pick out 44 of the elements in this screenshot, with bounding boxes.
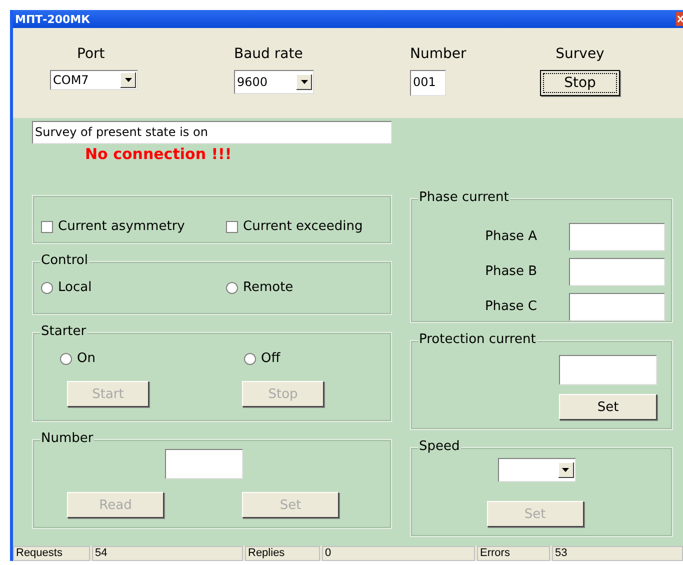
- dropdown[interactable]: [498, 458, 576, 482]
- input-field[interactable]: [165, 449, 243, 479]
- error-message: No connection !!!: [85, 145, 233, 165]
- caret-icon: [562, 468, 569, 472]
- radio-button[interactable]: [244, 352, 256, 364]
- field-label: Baud rate: [234, 46, 303, 62]
- status-field: Survey of present state is on: [32, 121, 392, 144]
- dropdown[interactable]: COM7: [50, 70, 138, 90]
- status-label: Errors: [477, 546, 550, 561]
- checkbox-label: Current asymmetry: [58, 219, 185, 234]
- field-label: Phase B: [485, 264, 537, 279]
- radio-button[interactable]: [60, 352, 72, 364]
- button[interactable]: Set: [559, 394, 657, 420]
- field-label: Survey: [556, 46, 604, 62]
- checkbox[interactable]: [226, 220, 238, 232]
- status-value: 54: [92, 546, 243, 561]
- group-title: Speed: [418, 439, 461, 455]
- input-field[interactable]: [559, 355, 657, 385]
- radio-label: Off: [261, 351, 280, 366]
- input-field[interactable]: [569, 222, 665, 250]
- field-label: Phase A: [485, 229, 537, 244]
- field-label: Phase C: [484, 299, 537, 314]
- field-label: Port: [77, 46, 105, 62]
- radio-label: Local: [58, 280, 92, 295]
- input-field[interactable]: 001: [410, 70, 446, 96]
- radio-label: Remote: [243, 280, 294, 295]
- input-field[interactable]: [569, 258, 665, 286]
- caret-icon: [300, 80, 308, 84]
- checkbox[interactable]: [41, 220, 53, 232]
- window-title: МПТ-200МК: [15, 12, 90, 26]
- caret-icon: [124, 78, 132, 82]
- status-value: 53: [552, 546, 683, 561]
- status-value: 0: [322, 546, 475, 561]
- dropdown[interactable]: 9600: [234, 70, 314, 94]
- radio-label: On: [77, 351, 96, 366]
- input-field[interactable]: [569, 292, 665, 320]
- status-label: Replies: [245, 546, 320, 561]
- field-label: Number: [410, 46, 466, 62]
- close-icon[interactable]: [676, 12, 683, 26]
- stop-button[interactable]: Stop: [540, 70, 620, 96]
- status-label: Requests: [13, 546, 90, 561]
- checkbox-label: Current exceeding: [243, 219, 363, 234]
- radio-button[interactable]: [41, 282, 53, 294]
- radio-button[interactable]: [226, 282, 238, 294]
